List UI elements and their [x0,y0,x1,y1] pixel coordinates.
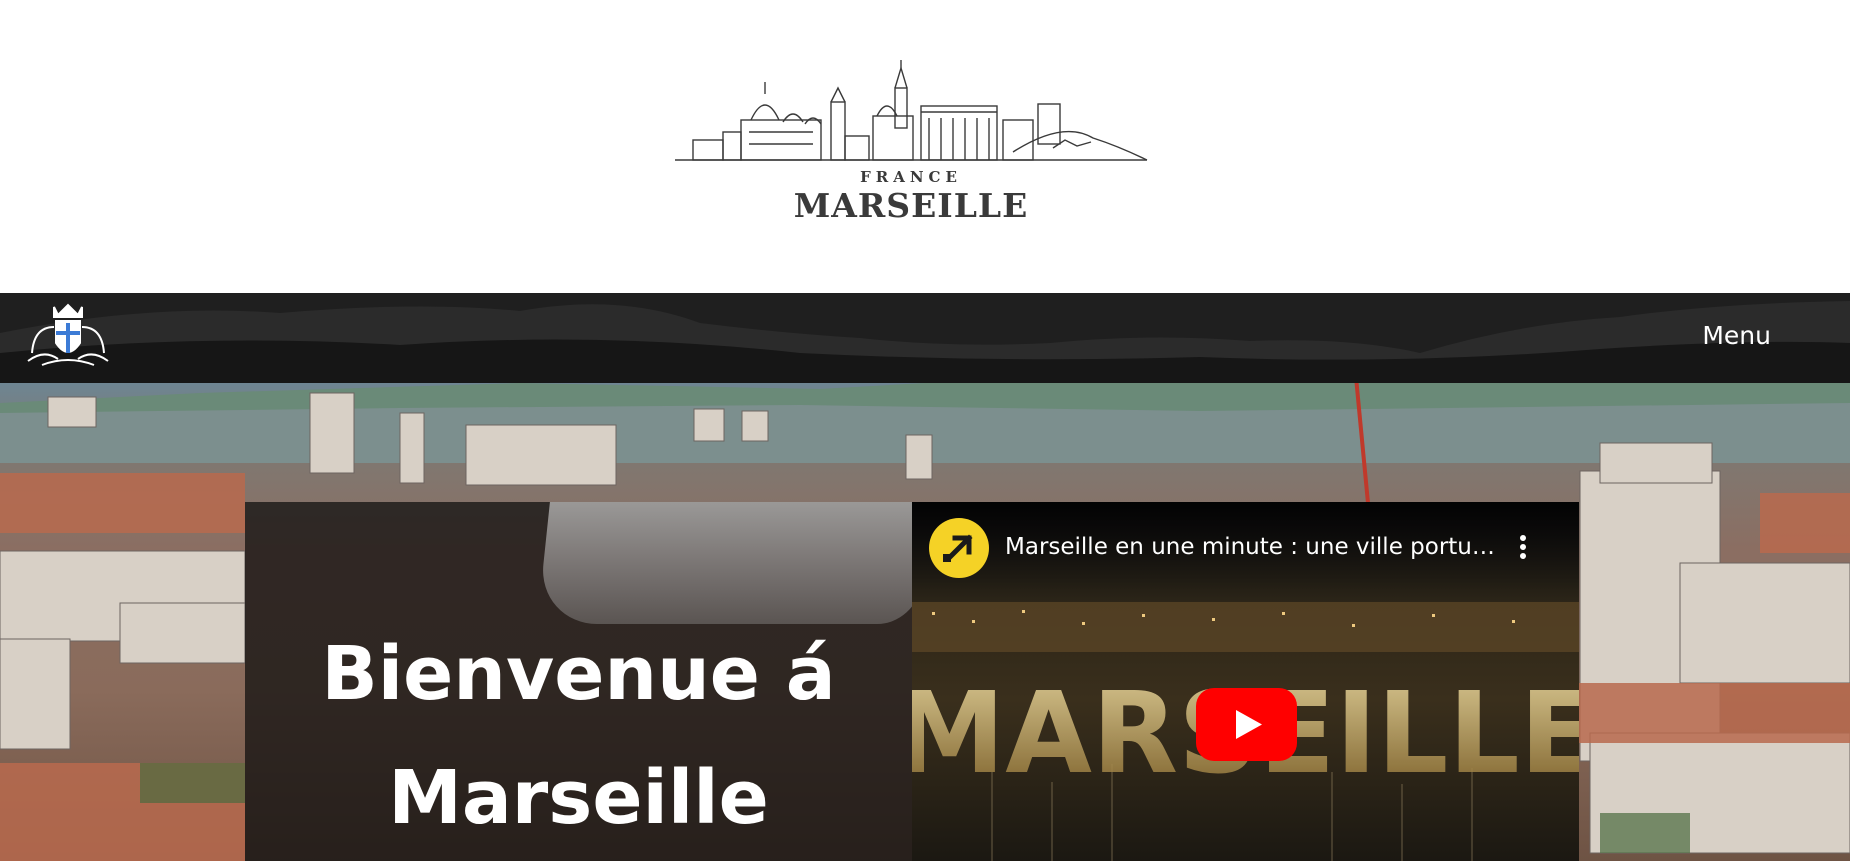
youtube-video-embed[interactable]: MARSEILLE Marseille en une minute : une … [912,502,1579,861]
more-vertical-icon[interactable] [1508,532,1538,566]
logo-city: MARSEILLE [793,186,1029,225]
welcome-panel: Bienvenue á Marseille [245,502,912,861]
logo-country: FRANCE [860,168,962,186]
marseille-logo[interactable]: FRANCE MARSEILLE [673,60,1149,230]
welcome-line-2: Marseille [388,755,769,841]
top-navbar: Menu [0,293,1850,383]
mountain-silhouette [0,301,1850,383]
youtube-play-icon[interactable] [1196,688,1297,761]
marseille-coat-of-arms-icon[interactable] [24,303,112,369]
welcome-line-1: Bienvenue á [321,631,836,717]
channel-arrow-icon[interactable] [929,518,989,578]
logo-header: FRANCE MARSEILLE [0,0,1850,293]
video-title-link[interactable]: Marseille en une minute : une ville port… [1005,534,1505,560]
stadium-roof-image [537,502,912,624]
hero-section: Menu Bienvenue á Marseille Marseille en … [0,293,1850,861]
menu-link[interactable]: Menu [1702,321,1771,350]
welcome-heading: Bienvenue á Marseille [245,612,912,860]
skyline-illustration [675,60,1148,161]
